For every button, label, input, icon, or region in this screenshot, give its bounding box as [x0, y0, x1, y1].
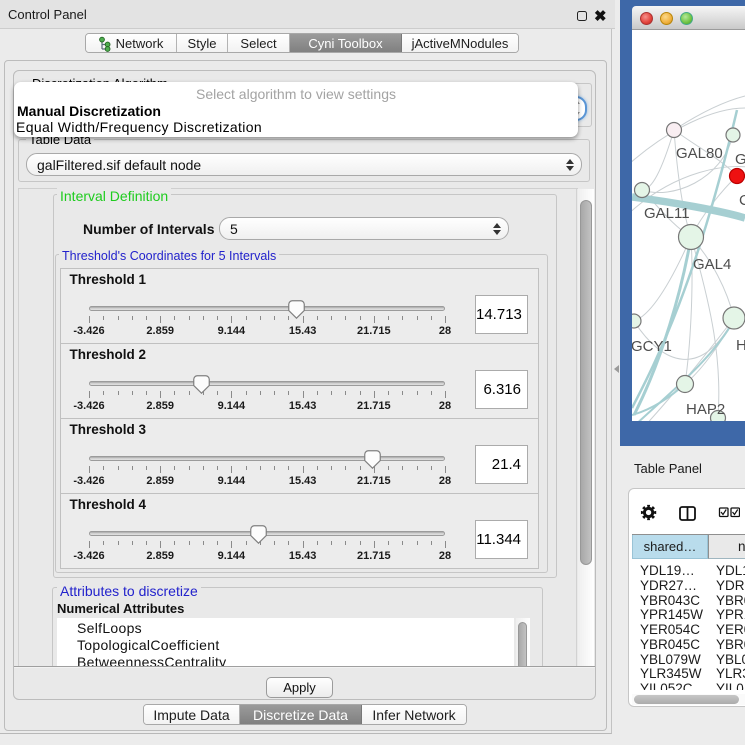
svg-text:GCY1: GCY1 — [632, 338, 672, 355]
svg-text:C: C — [739, 192, 745, 209]
svg-text:HAP2: HAP2 — [686, 401, 725, 418]
svg-text:GAL4: GAL4 — [693, 256, 731, 273]
svg-text:GAL80: GAL80 — [676, 145, 723, 162]
svg-text:GAL11: GAL11 — [644, 205, 690, 222]
svg-text:H: H — [736, 337, 745, 354]
svg-text:G.: G. — [735, 151, 745, 168]
